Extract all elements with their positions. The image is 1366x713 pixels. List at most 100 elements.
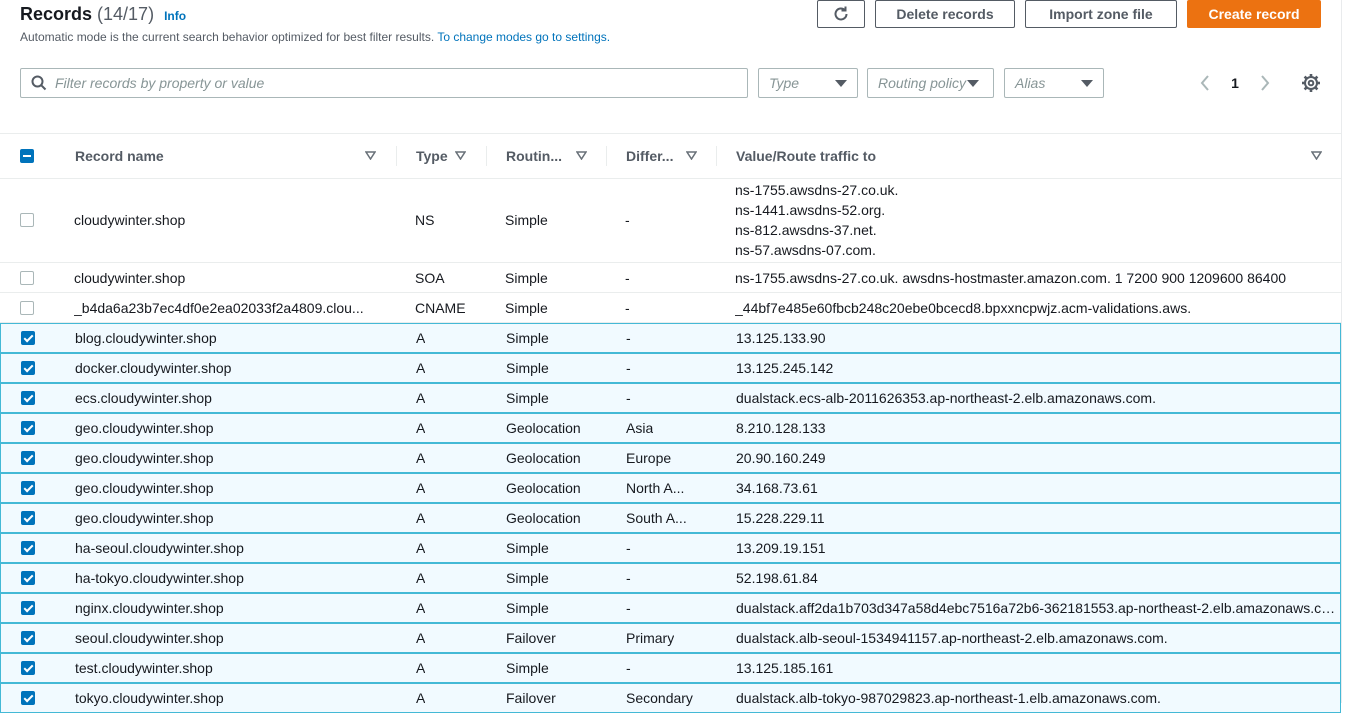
table-row[interactable]: test.cloudywinter.shop A Simple - 13.125.185…: [0, 653, 1341, 683]
preferences-gear-icon[interactable]: [1301, 73, 1321, 93]
row-checkbox[interactable]: [21, 541, 35, 555]
create-record-button[interactable]: Create record: [1187, 0, 1321, 28]
value-line: dualstack.alb-tokyo-987029823.ap-northea…: [736, 690, 1161, 706]
type-filter-select[interactable]: Type: [758, 68, 858, 98]
row-checkbox[interactable]: [21, 361, 35, 375]
routing-policy-cell: Failover: [506, 624, 611, 652]
row-checkbox[interactable]: [21, 511, 35, 525]
row-checkbox[interactable]: [20, 212, 34, 227]
column-divider: [396, 146, 397, 166]
value-line: ns-1441.awsdns-52.org.: [735, 201, 886, 218]
differentiator-cell-text: -: [626, 360, 631, 376]
record-name-cell-text: geo.cloudywinter.shop: [75, 510, 214, 526]
info-link[interactable]: Info: [164, 9, 186, 23]
differentiator-cell: -: [626, 324, 716, 352]
record-type-cell: A: [416, 624, 486, 652]
record-type-cell: NS: [415, 177, 485, 262]
differentiator-cell-text: -: [625, 269, 630, 286]
column-header-value[interactable]: Value/Route traffic to: [736, 134, 1326, 178]
value-line: 13.125.185.161: [736, 660, 834, 676]
differentiator-cell: -: [626, 564, 716, 592]
settings-link[interactable]: To change modes go to settings.: [437, 30, 610, 44]
select-all-checkbox[interactable]: [20, 149, 34, 163]
value-cell: 8.210.128.133: [736, 414, 1342, 442]
current-page-number[interactable]: 1: [1215, 75, 1255, 91]
routing-policy-cell-text: Geolocation: [506, 510, 581, 526]
table-row[interactable]: nginx.cloudywinter.shop A Simple - dualstack…: [0, 593, 1342, 623]
delete-records-button[interactable]: Delete records: [875, 0, 1015, 28]
table-row[interactable]: blog.cloudywinter.shop A Simple - 13.125.133…: [0, 323, 1341, 353]
differentiator-cell-text: -: [625, 211, 630, 228]
row-checkbox[interactable]: [21, 631, 35, 645]
differentiator-cell-text: -: [626, 600, 631, 616]
import-zone-file-button[interactable]: Import zone file: [1025, 0, 1177, 28]
record-type-cell-text: A: [416, 420, 426, 436]
table-row[interactable]: cloudywinter.shop NS Simple - ns-1755.awsdns…: [0, 177, 1341, 263]
table-row[interactable]: geo.cloudywinter.shop A Geolocation Asia 8.2…: [0, 413, 1341, 443]
routing-policy-cell-text: Simple: [506, 540, 549, 556]
row-checkbox[interactable]: [20, 270, 34, 285]
previous-page-button[interactable]: [1195, 73, 1215, 93]
record-type-cell: A: [416, 564, 486, 592]
routing-policy-cell: Geolocation: [506, 504, 611, 532]
record-type-cell: A: [416, 654, 486, 682]
routing-policy-cell: Simple: [506, 594, 611, 622]
value-cell: 13.125.245.142: [736, 354, 1342, 382]
row-checkbox[interactable]: [21, 661, 35, 675]
column-header-record-name[interactable]: Record name: [75, 134, 385, 178]
column-header-routing[interactable]: Routin...: [506, 134, 596, 178]
table-row[interactable]: _b4da6a23b7ec4df0e2ea02033f2a4809.clou..…: [0, 293, 1341, 323]
routing-policy-cell: Simple: [506, 654, 611, 682]
table-row[interactable]: cloudywinter.shop SOA Simple - ns-1755.awsdn…: [0, 263, 1341, 293]
routing-policy-cell-text: Simple: [505, 211, 548, 228]
routing-filter-placeholder: Routing policy: [878, 75, 966, 91]
sort-icon: [455, 151, 466, 160]
routing-policy-cell-text: Geolocation: [506, 420, 581, 436]
row-checkbox[interactable]: [20, 300, 34, 315]
table-row[interactable]: geo.cloudywinter.shop A Geolocation Europe 2…: [0, 443, 1341, 473]
search-placeholder: Filter records by property or value: [55, 75, 265, 91]
row-checkbox[interactable]: [21, 481, 35, 495]
differentiator-cell: -: [626, 534, 716, 562]
row-checkbox[interactable]: [21, 391, 35, 405]
sort-icon: [365, 151, 376, 160]
table-row[interactable]: docker.cloudywinter.shop A Simple - 13.125.2…: [0, 353, 1341, 383]
table-row[interactable]: ha-tokyo.cloudywinter.shop A Simple - 52.198…: [0, 563, 1341, 593]
table-row[interactable]: geo.cloudywinter.shop A Geolocation South A…: [0, 503, 1341, 533]
search-input[interactable]: Filter records by property or value: [20, 68, 748, 98]
value-cell: 13.125.133.90: [736, 324, 1342, 352]
record-name-cell: ha-tokyo.cloudywinter.shop: [75, 564, 380, 592]
differentiator-cell-text: South A...: [626, 510, 687, 526]
differentiator-cell: Europe: [626, 444, 716, 472]
table-row[interactable]: ha-seoul.cloudywinter.shop A Simple - 13.209…: [0, 533, 1341, 563]
refresh-button[interactable]: [817, 0, 865, 28]
value-line: 8.210.128.133: [736, 420, 826, 436]
record-type-cell-text: A: [416, 690, 426, 706]
next-page-button[interactable]: [1255, 73, 1275, 93]
record-name-cell-text: nginx.cloudywinter.shop: [75, 600, 224, 616]
row-select-cell: [21, 564, 37, 592]
routing-policy-cell-text: Geolocation: [506, 480, 581, 496]
table-row[interactable]: seoul.cloudywinter.shop A Failover Primary d…: [0, 623, 1341, 653]
alias-filter-select[interactable]: Alias: [1004, 68, 1104, 98]
sort-icon: [686, 151, 697, 160]
row-checkbox[interactable]: [21, 331, 35, 345]
record-type-cell-text: A: [416, 660, 426, 676]
differentiator-cell: -: [626, 594, 716, 622]
value-line: dualstack.ecs-alb-2011626353.ap-northeas…: [736, 390, 1156, 406]
value-line: 34.168.73.61: [736, 480, 818, 496]
column-header-differentiator[interactable]: Differ...: [626, 134, 716, 178]
column-header-type[interactable]: Type: [416, 134, 476, 178]
row-checkbox[interactable]: [21, 451, 35, 465]
row-checkbox[interactable]: [21, 421, 35, 435]
routing-policy-filter-select[interactable]: Routing policy: [867, 68, 994, 98]
row-select-cell: [21, 444, 37, 472]
table-row[interactable]: tokyo.cloudywinter.shop A Failover Secondar…: [0, 683, 1341, 713]
row-checkbox[interactable]: [21, 571, 35, 585]
routing-policy-cell: Failover: [506, 684, 611, 712]
table-row[interactable]: geo.cloudywinter.shop A Geolocation North A…: [0, 473, 1341, 503]
row-checkbox[interactable]: [21, 601, 35, 615]
record-type-cell-text: A: [416, 630, 426, 646]
table-row[interactable]: ecs.cloudywinter.shop A Simple - dualstack.e…: [0, 383, 1341, 413]
routing-policy-cell-text: Failover: [506, 690, 556, 706]
